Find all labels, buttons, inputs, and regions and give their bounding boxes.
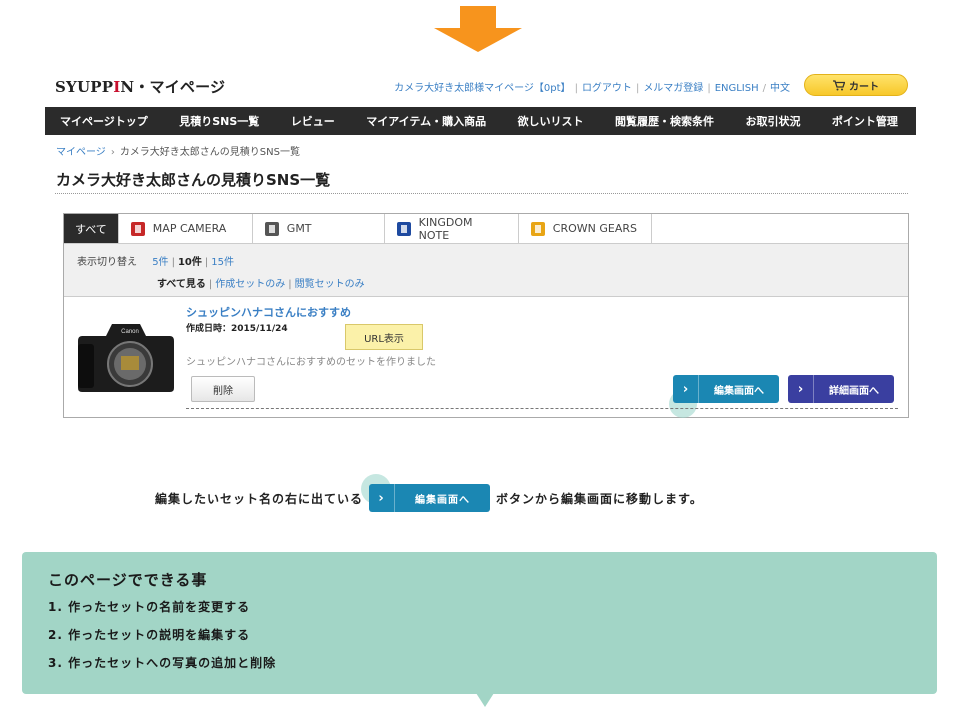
nav-item-transactions[interactable]: お取引状況 [745, 113, 800, 129]
header-link-english[interactable]: ENGLISH [715, 83, 759, 94]
header-links: カメラ大好き太郎様マイページ【0pt】 | ログアウト | メルマガ登録 | ENGLISH… [394, 83, 790, 94]
info-box-pointer [476, 693, 494, 707]
detail-screen-button[interactable]: › 詳細画面へ [788, 375, 894, 403]
breadcrumb-current: カメラ大好き太郎さんの見積りSNS一覧 [119, 147, 300, 158]
cart-label: カート [849, 81, 879, 93]
nav-item-my-items[interactable]: マイアイテム・購入商品 [366, 113, 486, 129]
brand-name: SYUPPIN [55, 78, 135, 96]
nav-item-points[interactable]: ポイント管理 [832, 113, 898, 129]
map-camera-icon [130, 221, 145, 236]
tab-label: CROWN GEARS [552, 222, 638, 235]
site-logo[interactable]: SYUPPIN・マイページ [55, 76, 225, 97]
gmt-icon [264, 221, 279, 236]
feature-info-box: このページでできる事 1. 作ったセットの名前を変更する 2. 作ったセットの説… [22, 552, 937, 694]
edit-screen-button[interactable]: › 編集画面へ [673, 375, 779, 403]
tab-kingdom-note[interactable]: KINGDOM NOTE [384, 214, 519, 243]
header-link-mypage[interactable]: カメラ大好き太郎様マイページ【0pt】 [394, 83, 570, 94]
url-display-button[interactable]: URL表示 [345, 324, 423, 350]
view-browsed-link[interactable]: 閲覧セットのみ [295, 279, 365, 290]
sample-button-label: 編集画面へ [415, 494, 471, 506]
list-item: Canon シュッピンハナコさんにおすすめ 作成日時：2015/11/24 UR… [64, 298, 908, 418]
store-tabs: すべて MAP CAMERA GMT KINGDOM NOTE CROWN GE… [64, 214, 652, 243]
svg-text:Canon: Canon [121, 329, 139, 335]
breadcrumb-home[interactable]: マイページ [56, 147, 106, 158]
tab-label: すべて [75, 222, 107, 236]
detail-button-label: 詳細画面へ [829, 385, 879, 397]
delete-button[interactable]: 削除 [191, 376, 255, 402]
chevron-right-icon: › [788, 375, 814, 403]
edit-button-label: 編集画面へ [714, 385, 764, 397]
created-date: 作成日時：2015/11/24 [186, 324, 288, 334]
header-link-newsletter[interactable]: メルマガ登録 [643, 83, 703, 94]
view-created-link[interactable]: 作成セットのみ [215, 279, 285, 290]
chevron-right-icon: › [673, 375, 699, 403]
filter-label: 表示切り替え [77, 257, 137, 268]
chevron-right-icon: › [369, 484, 396, 512]
nav-item-history[interactable]: 閲覧履歴・検索条件 [615, 113, 714, 129]
info-item: 2. 作ったセットの説明を編集する [48, 628, 251, 642]
tab-label: MAP CAMERA [152, 222, 227, 235]
header-link-logout[interactable]: ログアウト [582, 83, 632, 94]
cart-button[interactable]: カート [804, 74, 908, 96]
main-nav: マイページトップ 見積りSNS一覧 レビュー マイアイテム・購入商品 欲しいリス… [45, 107, 916, 135]
camera-thumbnail[interactable]: Canon [76, 314, 176, 394]
tab-gmt[interactable]: GMT [252, 214, 385, 243]
edit-screen-button-sample: › 編集画面へ [369, 484, 491, 512]
header-link-chinese[interactable]: 中文 [770, 83, 790, 94]
display-filter: 表示切り替え 5件 | 10件 | 15件 すべて見る | 作成セットのみ | 閲覧セットのみ [64, 243, 908, 297]
instruction-text: 編集したいセット名の右に出ている › 編集画面へ ボタンから編集画面に移動します… [155, 474, 855, 512]
breadcrumb: マイページ › カメラ大好き太郎さんの見積りSNS一覧 [56, 143, 300, 158]
tab-all[interactable]: すべて [64, 214, 119, 243]
nav-item-estimate-sns[interactable]: 見積りSNS一覧 [179, 113, 259, 129]
count-15-link[interactable]: 15件 [211, 257, 234, 268]
down-arrow-icon [434, 6, 522, 52]
info-item: 3. 作ったセットへの写真の追加と削除 [48, 656, 277, 670]
item-divider [186, 408, 898, 409]
info-item: 1. 作ったセットの名前を変更する [48, 600, 251, 614]
nav-item-mypage-top[interactable]: マイページトップ [60, 113, 148, 129]
crown-gears-icon [530, 221, 545, 236]
set-name-link[interactable]: シュッピンハナコさんにおすすめ [186, 304, 351, 320]
kingdom-note-icon [396, 221, 411, 236]
cart-icon [833, 79, 845, 90]
instruction-after: ボタンから編集画面に移動します。 [496, 491, 703, 506]
breadcrumb-separator: › [110, 147, 115, 158]
brand-suffix: ・マイページ [134, 78, 226, 96]
set-description: シュッピンハナコさんにおすすめのセットを作りました [186, 357, 436, 368]
count-5-link[interactable]: 5件 [152, 257, 168, 268]
tab-crown-gears[interactable]: CROWN GEARS [518, 214, 652, 243]
view-all-link[interactable]: すべて見る [157, 279, 206, 290]
page-title: カメラ大好き太郎さんの見積りSNS一覧 [56, 171, 331, 189]
nav-item-wishlist[interactable]: 欲しいリスト [518, 113, 584, 129]
count-10-link[interactable]: 10件 [178, 257, 202, 268]
tab-label: KINGDOM NOTE [418, 215, 473, 242]
tab-label: GMT [286, 222, 312, 235]
nav-item-review[interactable]: レビュー [291, 113, 335, 129]
title-divider [55, 193, 908, 194]
estimate-list-panel: すべて MAP CAMERA GMT KINGDOM NOTE CROWN GE… [63, 213, 909, 418]
instruction-before: 編集したいセット名の右に出ている [155, 491, 364, 506]
tab-map-camera[interactable]: MAP CAMERA [118, 214, 253, 243]
instruction-button-illustration: › 編集画面へ [361, 474, 491, 512]
info-title: このページでできる事 [48, 571, 208, 589]
